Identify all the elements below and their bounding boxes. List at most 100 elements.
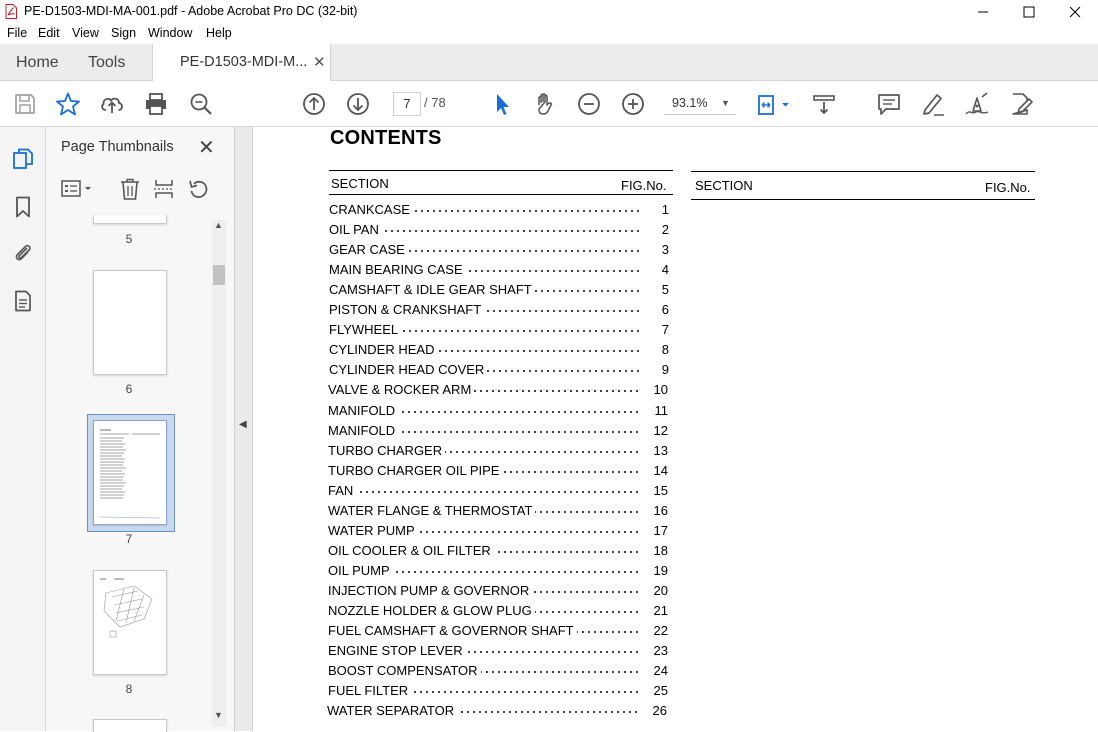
entry-fig-number: 8 xyxy=(661,342,669,358)
thumbnail-page-8[interactable] xyxy=(93,570,167,675)
thumbnail-page-5[interactable] xyxy=(93,215,167,224)
highlight-pen-icon[interactable] xyxy=(920,91,946,117)
thumbnail-page-7-preview xyxy=(99,429,161,519)
thumbnail-page-7[interactable] xyxy=(93,420,167,525)
entry-fig-number: 12 xyxy=(653,422,668,438)
entry-section-name: WATER SEPARATOR xyxy=(327,703,458,719)
entry-fig-number: 26 xyxy=(652,703,667,719)
rotate-icon[interactable] xyxy=(187,178,211,200)
menu-file[interactable]: File xyxy=(7,26,27,40)
close-tab-icon[interactable]: ✕ xyxy=(313,53,326,71)
tab-home[interactable]: Home xyxy=(16,54,59,72)
menu-view[interactable]: View xyxy=(72,26,99,40)
select-cursor-icon[interactable] xyxy=(489,91,515,117)
panel-title: Page Thumbnails xyxy=(61,139,174,155)
tab-document[interactable]: PE-D1503-MDI-M... ✕ xyxy=(152,44,331,81)
minimize-icon[interactable] xyxy=(960,0,1006,24)
thumbnail-options-icon[interactable] xyxy=(60,178,96,200)
zoom-in-icon[interactable] xyxy=(620,91,646,117)
right-header-top-rule xyxy=(691,171,1035,172)
upload-cloud-icon[interactable] xyxy=(99,91,125,117)
scroll-up-icon[interactable]: ▲ xyxy=(214,220,223,230)
entry-fig-number: 9 xyxy=(661,362,669,378)
entry-fig-number: 13 xyxy=(653,442,668,458)
entry-section-name: WATER PUMP xyxy=(328,522,418,538)
hand-tool-icon[interactable] xyxy=(532,91,558,117)
bookmark-icon[interactable] xyxy=(11,195,35,219)
contents-entry: NOZZLE HOLDER & GLOW PLUG 21 xyxy=(328,603,668,621)
entry-fig-number: 5 xyxy=(661,282,669,298)
document-view[interactable]: CONTENTS SECTION FIG.No. SECTION FIG.No.… xyxy=(253,127,1098,731)
thumbnail-label-7: 7 xyxy=(125,532,133,546)
thumbnail-scrollbar[interactable]: ▲ ▼ xyxy=(212,220,226,727)
entry-fig-number: 19 xyxy=(653,562,668,578)
tab-bar: Home Tools PE-D1503-MDI-M... ✕ xyxy=(0,44,1098,81)
entry-fig-number: 18 xyxy=(653,542,668,558)
scroll-down-icon[interactable]: ▼ xyxy=(214,710,223,720)
left-header-top-rule xyxy=(329,170,673,171)
entry-section-name: PISTON & CRANKSHAFT xyxy=(329,302,485,318)
entry-section-name: OIL COOLER & OIL FILTER xyxy=(328,542,494,558)
menu-window[interactable]: Window xyxy=(148,26,192,40)
collapse-panel-icon[interactable]: ◀ xyxy=(239,419,247,430)
entry-section-name: CAMSHAFT & IDLE GEAR SHAFT xyxy=(329,282,535,298)
sign-pen-icon[interactable] xyxy=(964,91,990,117)
panel-collapse-strip[interactable]: ◀ xyxy=(235,127,253,731)
split-pages-icon[interactable] xyxy=(152,178,176,200)
contents-entry: FLYWHEEL 7 xyxy=(329,322,669,340)
document-tab-label: PE-D1503-MDI-M... xyxy=(180,54,308,70)
comment-icon[interactable] xyxy=(876,91,902,117)
star-icon[interactable] xyxy=(55,91,81,117)
menu-help[interactable]: Help xyxy=(206,26,232,40)
entry-section-name: FAN xyxy=(328,482,357,498)
thumbnail-page-6[interactable] xyxy=(93,270,167,375)
zoom-search-icon[interactable] xyxy=(188,91,214,117)
print-icon[interactable] xyxy=(143,91,169,117)
maximize-icon[interactable] xyxy=(1006,0,1052,24)
zoom-out-icon[interactable] xyxy=(576,91,602,117)
tab-tools[interactable]: Tools xyxy=(88,54,125,72)
contents-entry: OIL PUMP 19 xyxy=(328,562,668,581)
entry-section-name: CYLINDER HEAD COVER xyxy=(329,362,488,378)
entry-fig-number: 10 xyxy=(653,382,668,398)
entry-fig-number: 14 xyxy=(653,462,668,478)
entry-section-name: VALVE & ROCKER ARM xyxy=(328,382,475,398)
contents-entry: FUEL CAMSHAFT & GOVERNOR SHAFT 22 xyxy=(328,623,668,641)
entry-fig-number: 21 xyxy=(653,603,668,618)
next-page-icon[interactable] xyxy=(345,91,371,117)
menu-sign[interactable]: Sign xyxy=(111,26,136,40)
window-title: PE-D1503-MDI-MA-001.pdf - Adobe Acrobat … xyxy=(24,4,358,18)
pdf-file-icon xyxy=(5,4,17,19)
right-header-bottom-rule xyxy=(691,199,1035,200)
delete-trash-icon[interactable] xyxy=(118,178,142,200)
entry-section-name: NOZZLE HOLDER & GLOW PLUG xyxy=(328,603,535,618)
page-thumbnails-panel: Page Thumbnails ✕ 5 6 7 8 ▲ ▼ xyxy=(46,127,235,732)
thumbnail-page-9[interactable] xyxy=(93,719,167,732)
close-window-icon[interactable] xyxy=(1052,0,1098,24)
zoom-level-dropdown[interactable]: 93.1% ▼ xyxy=(664,92,736,115)
contents-entry: PISTON & CRANKSHAFT 6 xyxy=(329,302,669,320)
previous-page-icon[interactable] xyxy=(301,91,327,117)
entry-fig-number: 15 xyxy=(653,482,668,498)
contents-entry: WATER SEPARATOR 26 xyxy=(327,703,667,721)
document-layers-icon[interactable] xyxy=(11,289,35,313)
page-thumbnails-icon[interactable] xyxy=(11,147,35,171)
zoom-level-value: 93.1% xyxy=(672,96,708,110)
entry-fig-number: 16 xyxy=(653,502,668,518)
scrollbar-thumb[interactable] xyxy=(213,265,225,285)
scroll-mode-icon[interactable] xyxy=(811,91,837,117)
edit-document-icon[interactable] xyxy=(1008,91,1034,117)
chevron-down-icon: ▼ xyxy=(721,98,730,108)
thumbnail-label-8: 8 xyxy=(125,682,133,696)
page-number-input[interactable]: 7 xyxy=(393,92,421,116)
contents-entry: CAMSHAFT & IDLE GEAR SHAFT 5 xyxy=(329,282,669,300)
attachment-paperclip-icon[interactable] xyxy=(11,241,35,265)
menu-edit[interactable]: Edit xyxy=(38,26,60,40)
menu-bar: File Edit View Sign Window Help xyxy=(0,24,1098,44)
contents-entry: CYLINDER HEAD 8 xyxy=(329,342,669,360)
save-icon[interactable] xyxy=(12,91,38,117)
contents-entry: ENGINE STOP LEVER 23 xyxy=(328,643,668,661)
contents-entry: BOOST COMPENSATOR 24 xyxy=(328,663,668,681)
fit-page-icon[interactable] xyxy=(757,91,793,117)
close-panel-icon[interactable]: ✕ xyxy=(198,135,215,160)
